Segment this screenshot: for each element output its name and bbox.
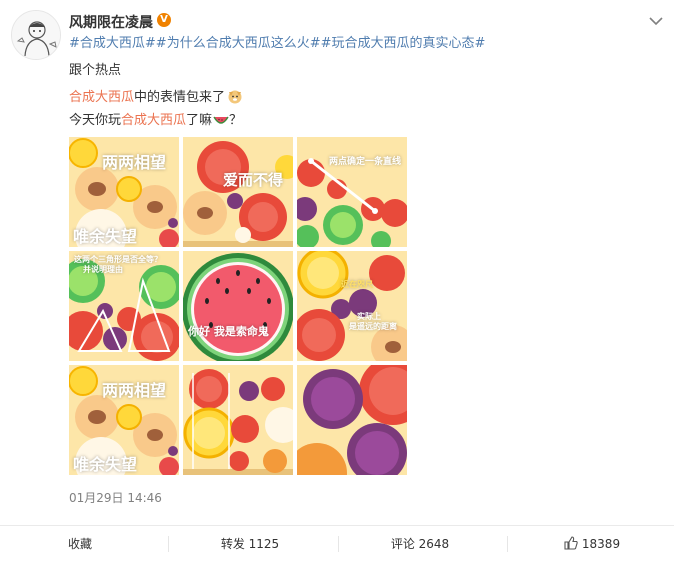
meme-caption: 两两相望	[102, 153, 167, 172]
post-text-line: 合成大西瓜中的表情包来了	[69, 88, 243, 107]
divider	[338, 536, 339, 552]
image-thumbnail[interactable]	[297, 365, 407, 475]
meme-caption: 爱而不得	[223, 171, 284, 189]
image-thumbnail[interactable]: 你好 我是索命鬼	[183, 251, 293, 361]
image-thumbnail[interactable]: 爱而不得	[183, 137, 293, 247]
username[interactable]: 风期限在凌晨	[69, 12, 153, 32]
post-text: ？	[229, 113, 243, 128]
watermelon-emoji-icon	[213, 113, 229, 124]
meme-caption: 唯余失望	[73, 227, 138, 246]
meme-caption: 并说明理由	[83, 265, 123, 274]
favorite-button[interactable]: 收藏	[0, 526, 160, 561]
hashtag-link[interactable]: #玩合成大西瓜的真实心态#	[321, 36, 486, 51]
keyword-link[interactable]: 合成大西瓜	[69, 90, 134, 105]
meme-caption: 两两相望	[102, 381, 167, 400]
chevron-down-icon[interactable]	[646, 11, 666, 31]
meme-caption: 近在咫尺	[341, 280, 373, 289]
image-thumbnail[interactable]: 这两个三角形是否全等？ 并说明理由	[69, 251, 179, 361]
hashtag-link[interactable]: #合成大西瓜#	[69, 36, 156, 51]
favorite-label: 收藏	[67, 537, 92, 551]
repost-button[interactable]: 转发 1125	[170, 526, 330, 561]
meme-caption: 两点确定一条直线	[329, 157, 402, 167]
divider	[168, 536, 169, 552]
meme-caption: 你好 我是索命鬼	[188, 325, 269, 338]
divider	[507, 536, 508, 552]
post-text: 今天你玩	[69, 113, 122, 128]
post-text-line: 今天你玩合成大西瓜了嘛 ？	[69, 112, 242, 130]
thumbs-up-icon	[564, 528, 578, 561]
meme-caption: 是遥远的距离	[349, 322, 397, 331]
repost-label: 转发 1125	[220, 537, 280, 551]
post-timestamp[interactable]: 01月29日 14:46	[69, 489, 162, 506]
image-thumbnail[interactable]: 两两相望 唯余失望	[69, 137, 179, 247]
hashtag-link[interactable]: #为什么合成大西瓜这么火#	[156, 36, 321, 51]
post-text-line: 跟个热点	[69, 63, 122, 78]
post-tags-line: #合成大西瓜##为什么合成大西瓜这么火##玩合成大西瓜的真实心态#	[69, 35, 485, 53]
image-thumbnail[interactable]	[183, 365, 293, 475]
image-grid: 两两相望 唯余失望 爱而不得 两点确定一条直线 这两个三角形是否全等？ 并说明理…	[69, 137, 407, 475]
action-bar: 收藏 转发 1125 评论 2648 18389	[0, 525, 674, 561]
post-text: 中的表情包来了	[134, 90, 226, 105]
verified-badge-icon: V	[157, 13, 171, 27]
meme-caption: 唯余失望	[73, 455, 138, 474]
weibo-post-card: 风期限在凌晨 V #合成大西瓜##为什么合成大西瓜这么火##玩合成大西瓜的真实心…	[0, 0, 674, 561]
comment-button[interactable]: 评论 2648	[340, 526, 500, 561]
comment-label: 评论 2648	[390, 537, 450, 551]
keyword-link[interactable]: 合成大西瓜	[121, 113, 186, 128]
post-text: 了嘛	[186, 113, 213, 128]
image-thumbnail[interactable]: 近在咫尺 实际上 是遥远的距离	[297, 251, 407, 361]
like-button[interactable]: 18389	[510, 526, 674, 561]
doge-emoji-icon	[227, 88, 243, 104]
like-count: 18389	[581, 537, 621, 551]
image-thumbnail[interactable]: 两两相望 唯余失望	[69, 365, 179, 475]
avatar[interactable]	[11, 10, 61, 60]
image-thumbnail[interactable]: 两点确定一条直线	[297, 137, 407, 247]
